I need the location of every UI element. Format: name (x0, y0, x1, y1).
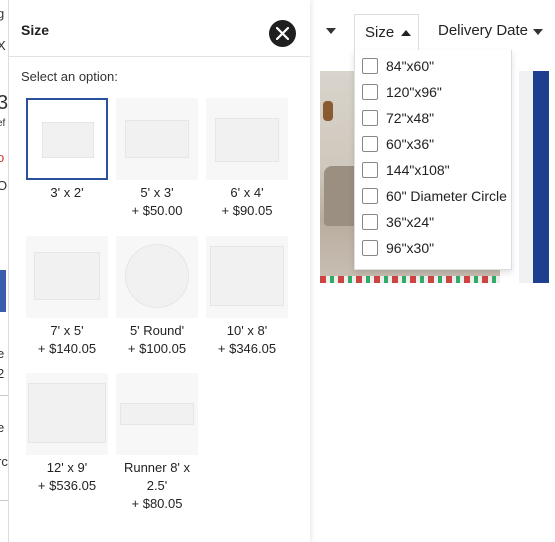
rug-thumbnail (26, 373, 108, 455)
option-price: + $140.05 (37, 341, 97, 356)
checkbox[interactable] (362, 240, 378, 256)
option-name: 7' x 5' (50, 323, 84, 338)
rug-pattern (320, 276, 500, 283)
size-checkbox-60x36[interactable]: 60"x36" (361, 134, 511, 156)
size-checkbox-72x48[interactable]: 72"x48" (361, 108, 511, 130)
checkbox[interactable] (362, 162, 378, 178)
size-option-6x4[interactable]: 6' x 4' + $90.05 (203, 98, 291, 220)
product-image[interactable] (519, 71, 549, 283)
rug-image (120, 403, 194, 425)
checkbox[interactable] (362, 188, 378, 204)
edge-text: O (0, 178, 8, 193)
option-name: Runner 8' x 2.5' (123, 460, 191, 493)
checkbox[interactable] (362, 136, 378, 152)
close-icon (276, 27, 289, 40)
size-dropdown: 84"x60" 120"x96" 72"x48" 60"x36" 144"x10… (354, 50, 512, 270)
rug-thumbnail (206, 98, 288, 180)
size-option-12x9[interactable]: 12' x 9' + $536.05 (23, 373, 111, 495)
delivery-date-filter[interactable]: Delivery Date (438, 22, 528, 39)
size-option-label: 60" Diameter Circle (386, 188, 507, 204)
divider (0, 500, 8, 501)
rug-image (210, 246, 284, 306)
option-price: + $536.05 (37, 478, 97, 493)
edge-text: rc (0, 454, 8, 469)
background-page-edge: g X 3 ef o O e 2 e rc (0, 0, 8, 542)
rug-thumbnail (116, 98, 198, 180)
size-checkbox-84x60[interactable]: 84"x60" (361, 56, 511, 78)
checkbox[interactable] (362, 214, 378, 230)
rug-thumbnail (116, 373, 198, 455)
size-option-label: 72"x48" (386, 110, 435, 126)
size-option-10x8[interactable]: 10' x 8' + $346.05 (203, 236, 291, 358)
lamp-shape (323, 101, 333, 121)
option-name: 12' x 9' (46, 460, 88, 475)
chevron-down-icon[interactable] (326, 28, 336, 34)
size-option-label: 96"x30" (386, 240, 435, 256)
size-checkbox-36x24[interactable]: 36"x24" (361, 212, 511, 234)
checkbox[interactable] (362, 84, 378, 100)
panel-header: Size (9, 0, 310, 57)
size-checkbox-120x96[interactable]: 120"x96" (361, 82, 511, 104)
size-option-label: 144"x108" (386, 162, 450, 178)
rug-thumbnail (206, 236, 288, 318)
option-name: 6' x 4' (230, 185, 264, 200)
size-checkbox-96x30[interactable]: 96"x30" (361, 238, 511, 260)
edge-button (0, 270, 6, 312)
edge-text: 2 (0, 366, 5, 381)
option-name: 10' x 8' (226, 323, 268, 338)
rug-image (125, 244, 189, 308)
option-name: 5' x 3' (140, 185, 174, 200)
rug-thumbnail (116, 236, 198, 318)
panel-title: Size (21, 22, 50, 38)
rug-thumbnail (26, 236, 108, 318)
size-option-label: 36"x24" (386, 214, 435, 230)
size-filter-label: Size (365, 24, 395, 41)
option-price: + $90.05 (221, 203, 273, 218)
option-name: 3' x 2' (50, 185, 84, 200)
size-option-label: 60"x36" (386, 136, 435, 152)
option-price: + $50.00 (131, 203, 183, 218)
rug-thumbnail (26, 98, 108, 180)
edge-text: o (0, 150, 5, 165)
select-option-label: Select an option: (21, 69, 118, 84)
size-checkbox-60-diameter-circle[interactable]: 60" Diameter Circle (361, 186, 511, 208)
edge-text: g (0, 6, 5, 21)
size-option-5-round[interactable]: 5' Round' + $100.05 (113, 236, 201, 358)
option-price: + $80.05 (131, 496, 183, 511)
option-price: + $100.05 (127, 341, 187, 356)
size-option-label: 84"x60" (386, 58, 435, 74)
size-option-runner-8x2-5[interactable]: Runner 8' x 2.5' + $80.05 (113, 373, 201, 513)
edge-text: 3 (0, 92, 8, 114)
edge-text: X (0, 38, 6, 53)
rug-image (28, 383, 106, 443)
divider (0, 395, 8, 396)
edge-text: e (0, 346, 5, 361)
option-name: 5' Round' (129, 323, 185, 338)
rug-image (125, 120, 189, 158)
chevron-up-icon (401, 30, 411, 36)
size-option-label: 120"x96" (386, 84, 442, 100)
edge-text: e (0, 420, 5, 435)
size-panel: Size Select an option: 3' x 2' 5' x 3' +… (8, 0, 310, 542)
checkbox[interactable] (362, 58, 378, 74)
size-option-5x3[interactable]: 5' x 3' + $50.00 (113, 98, 201, 220)
image-highlight (519, 71, 533, 283)
checkbox[interactable] (362, 110, 378, 126)
edge-text: ef (0, 118, 6, 129)
size-option-3x2[interactable]: 3' x 2' (23, 98, 111, 202)
size-option-7x5[interactable]: 7' x 5' + $140.05 (23, 236, 111, 358)
rug-image (34, 252, 100, 300)
size-filter-button[interactable]: Size (354, 14, 419, 50)
close-button[interactable] (269, 20, 296, 47)
chevron-down-icon[interactable] (533, 29, 543, 35)
size-checkbox-144x108[interactable]: 144"x108" (361, 160, 511, 182)
rug-image (42, 122, 94, 158)
rug-image (215, 118, 279, 162)
option-price: + $346.05 (217, 341, 277, 356)
